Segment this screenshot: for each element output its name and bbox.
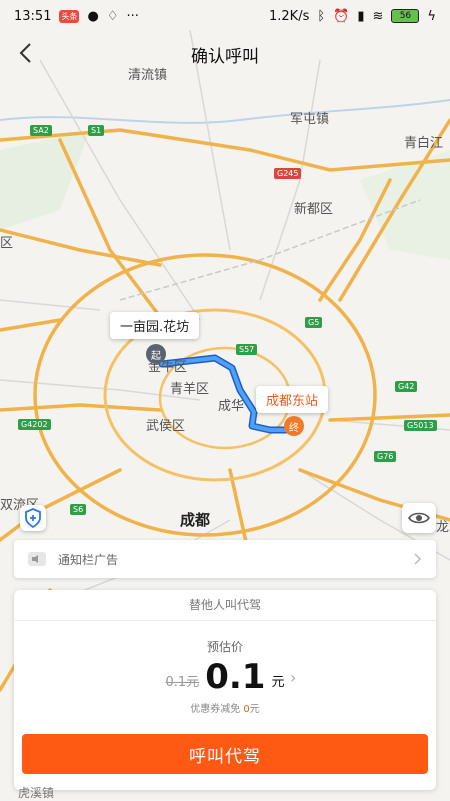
road-tag-g4202: G4202	[18, 419, 51, 430]
coupon-unit: 元	[249, 704, 260, 715]
map-label-juntun: 军屯镇	[290, 112, 330, 127]
road-tag-sa2: SA2	[30, 125, 52, 136]
notification-ad-bar[interactable]: 通知栏广告	[14, 540, 436, 578]
net-speed: 1.2K/s	[269, 8, 310, 24]
status-time: 13:51	[14, 8, 52, 24]
battery-icon: 56	[391, 9, 420, 23]
coupon-line: 优惠券减免 0元	[14, 700, 436, 715]
page-title: 确认呼叫	[191, 47, 259, 67]
map-label-right-edge: 龙	[436, 520, 450, 535]
road-tag-g245: G245	[274, 168, 302, 179]
charging-icon: ϟ	[427, 8, 436, 24]
estimated-price: 0.1	[205, 657, 266, 697]
eye-icon	[408, 512, 430, 524]
start-pin: 起	[146, 344, 166, 364]
price-unit: 元	[271, 675, 285, 690]
price-display[interactable]: 0.1元 0.1 元	[14, 658, 436, 696]
status-bar: 13:51 头条 ● ♢ ··· 1.2K/s ᛒ ⏰ ▮ ≋ 56 ϟ	[0, 0, 450, 32]
end-pin: 终	[284, 416, 304, 436]
chevron-right-icon	[414, 553, 422, 565]
chat-icon: ●	[87, 8, 99, 24]
speaker-icon	[28, 552, 46, 566]
news-badge: 头条	[59, 9, 80, 23]
end-location-bubble[interactable]: 成都东站	[256, 386, 329, 413]
original-price: 0.1元	[165, 675, 200, 690]
map-label-qingliu: 清流镇	[128, 68, 168, 83]
road-tag-g76: G76	[374, 451, 397, 462]
road-tag-g42: G42	[395, 381, 418, 392]
price-detail-chevron-icon[interactable]: ›	[290, 668, 296, 687]
bluetooth-icon: ᛒ	[317, 8, 326, 24]
title-bar: 确认呼叫	[0, 32, 450, 76]
map-label-xindu: 新都区	[294, 202, 334, 217]
call-driver-button[interactable]: 呼叫代驾	[22, 734, 428, 774]
map-label-left-edge: 区	[0, 236, 14, 251]
notification-text: 通知栏广告	[58, 552, 119, 567]
toggle-view-button[interactable]	[402, 503, 436, 533]
wifi-icon: ≋	[372, 8, 384, 24]
road-tag-s1: S1	[88, 125, 105, 136]
shield-icon	[25, 508, 41, 528]
coupon-prefix: 优惠券减免	[190, 704, 241, 715]
road-tag-s6: S6	[70, 504, 87, 515]
start-location-bubble[interactable]: 一亩园.花坊	[110, 312, 200, 339]
map-label-qingbaijiang: 青白江	[404, 136, 444, 151]
map-label-chenghua: 成华	[218, 399, 245, 414]
safety-shield-button[interactable]	[20, 505, 46, 531]
map-label-qingyang: 青羊区	[170, 382, 210, 397]
road-tag-g5: G5	[305, 317, 323, 328]
map-label-wuhou: 武侯区	[146, 419, 186, 434]
call-for-others-link[interactable]: 替他人叫代驾	[14, 590, 436, 621]
estimate-label: 预估价	[206, 640, 243, 654]
map-label-chengdu: 成都	[180, 511, 211, 529]
signal-icon: ▮	[357, 8, 365, 24]
road-tag-g5013: G5013	[404, 420, 437, 431]
map-label-bottom: 虎溪镇	[18, 786, 55, 800]
gift-icon: ♢	[106, 8, 119, 24]
road-tag-s57: S57	[236, 344, 258, 355]
alarm-icon: ⏰	[333, 8, 350, 24]
more-icon: ···	[126, 8, 139, 24]
